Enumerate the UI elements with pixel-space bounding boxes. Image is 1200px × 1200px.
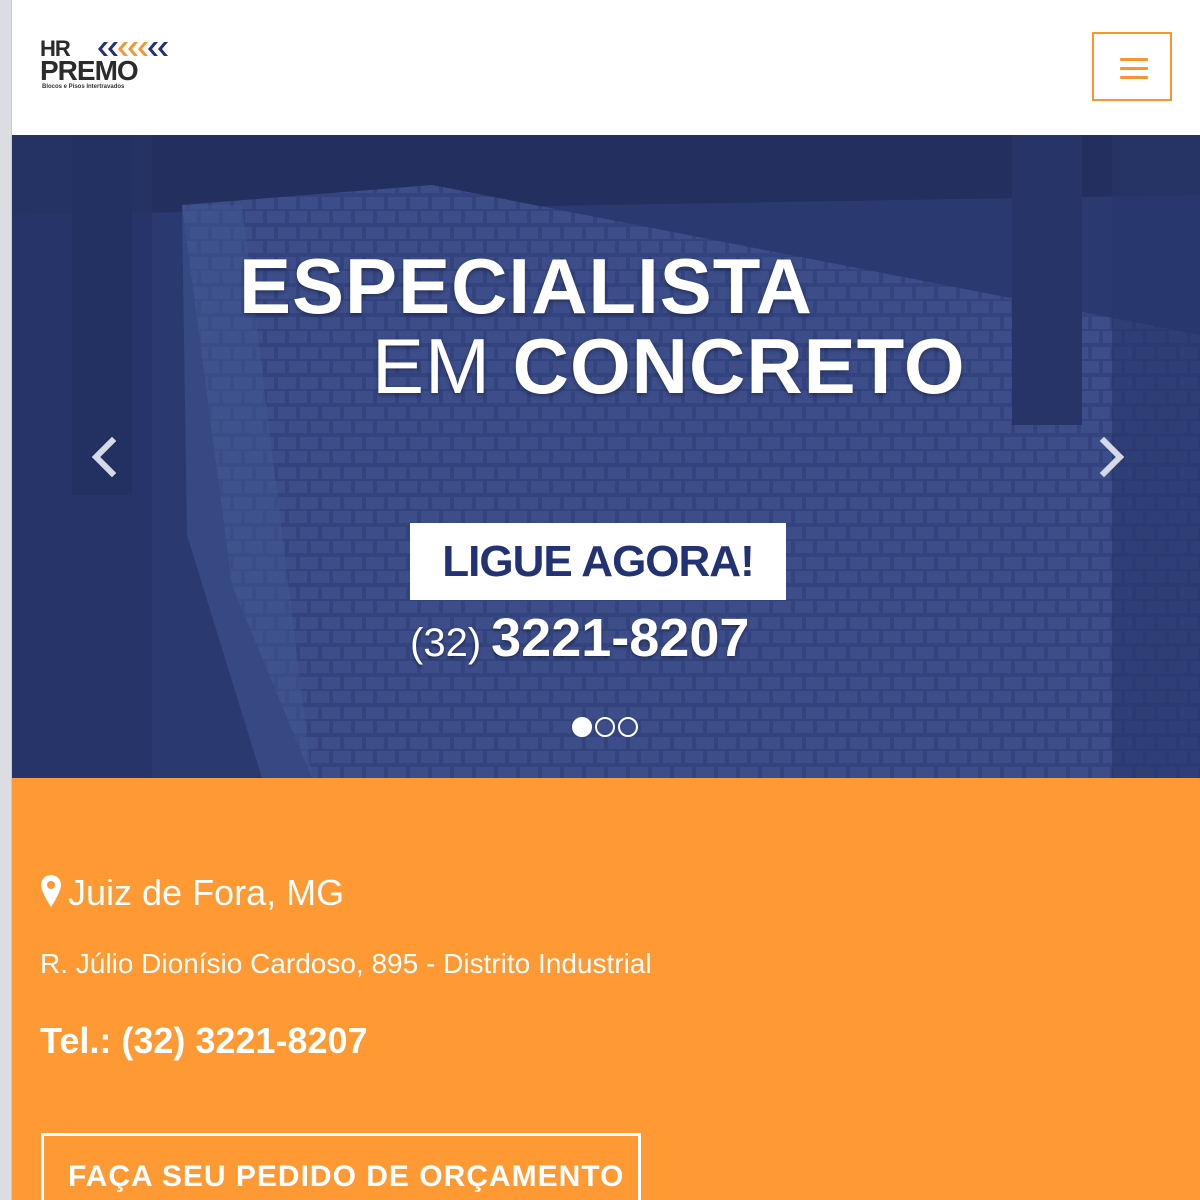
hero-phone[interactable]: (32) 3221-8207 <box>410 607 749 669</box>
call-now-button[interactable]: LIGUE AGORA! <box>410 523 786 600</box>
hr-premo-logo[interactable]: HR PREMO Blocos e Pisos Intertravados <box>40 38 175 94</box>
contact-section: Juiz de Fora, MG R. Júlio Dionísio Cardo… <box>12 778 1200 1200</box>
hero-carousel: ESPECIALISTA EM CONCRETO LIGUE AGORA! (3… <box>12 135 1200 778</box>
request-quote-button[interactable]: FAÇA SEU PEDIDO DE ORÇAMENTO <box>41 1133 641 1200</box>
carousel-indicator-2[interactable] <box>595 717 615 737</box>
map-pin-icon <box>41 875 61 907</box>
chevron-left-icon <box>91 436 117 478</box>
carousel-indicator-1[interactable] <box>572 717 592 737</box>
hero-phone-number: 3221-8207 <box>491 608 750 668</box>
chevron-right-icon <box>1099 436 1125 478</box>
request-quote-label: FAÇA SEU PEDIDO DE ORÇAMENTO <box>68 1160 625 1193</box>
hero-title-line2: EM CONCRETO <box>372 327 966 405</box>
telephone-text[interactable]: Tel.: (32) 3221-8207 <box>40 1020 368 1062</box>
logo-tagline: Blocos e Pisos Intertravados <box>42 84 125 90</box>
site-header: HR PREMO Blocos e Pisos Intertravados <box>12 0 1200 135</box>
page: HR PREMO Blocos e Pisos Intertravados ES… <box>12 0 1200 1200</box>
address-text: R. Júlio Dionísio Cardoso, 895 - Distrit… <box>40 948 652 979</box>
hamburger-menu-icon <box>1120 58 1148 61</box>
menu-toggle-button[interactable] <box>1092 32 1172 101</box>
hamburger-menu-icon-bar <box>1120 76 1148 79</box>
hero-title-em: EM <box>372 322 491 410</box>
carousel-next-button[interactable] <box>1092 435 1132 479</box>
logo-text-premo: PREMO <box>40 55 139 86</box>
hero-title-line1: ESPECIALISTA <box>239 242 813 330</box>
carousel-indicator-3[interactable] <box>618 717 638 737</box>
city-text: Juiz de Fora, MG <box>68 872 345 913</box>
call-now-label: LIGUE AGORA! <box>442 537 754 586</box>
hamburger-menu-icon-bar <box>1120 67 1148 70</box>
hero-background-image <box>12 135 1200 778</box>
carousel-prev-button[interactable] <box>84 435 124 479</box>
hero-title-concreto: CONCRETO <box>512 322 966 410</box>
browser-left-edge <box>0 0 12 1200</box>
hero-phone-area: (32) <box>410 621 482 665</box>
